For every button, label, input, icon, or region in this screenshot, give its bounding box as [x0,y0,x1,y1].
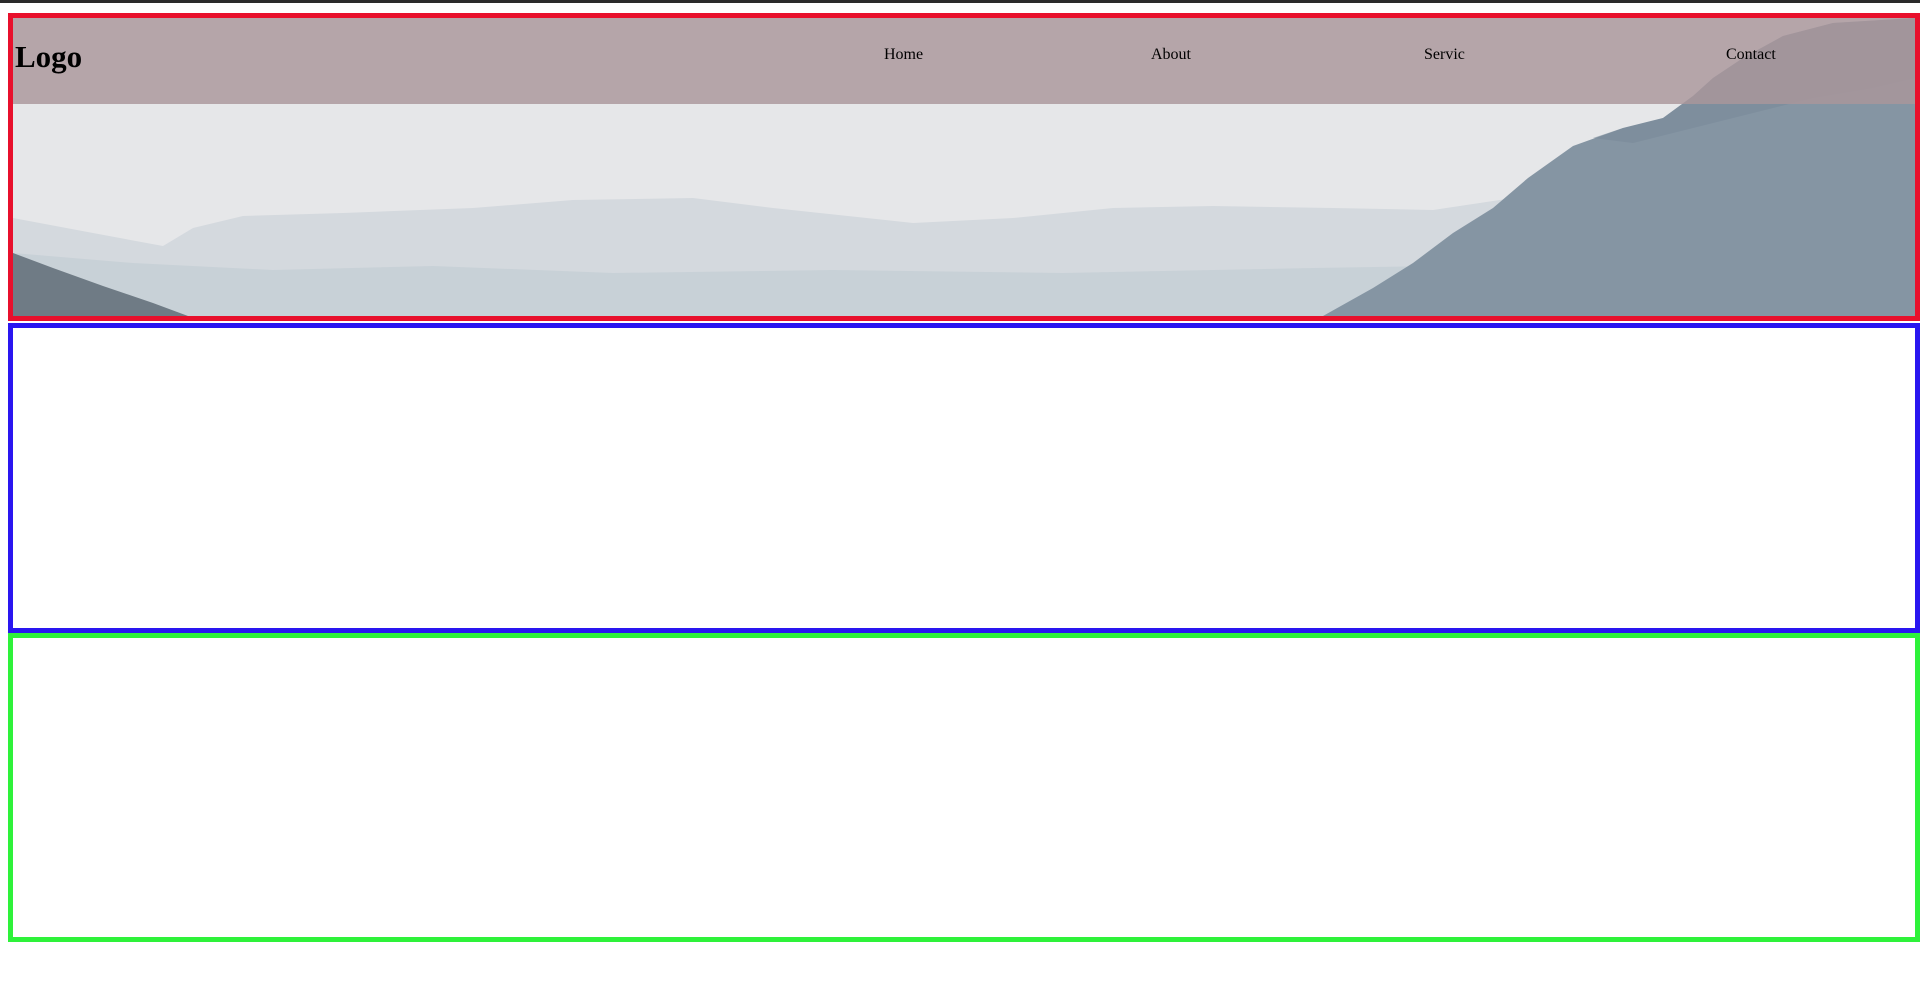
nav-link-home[interactable]: Home [884,45,923,64]
window-top-border [0,0,1920,3]
nav-link-services[interactable]: Servic [1424,45,1465,64]
navbar: Logo Home About Servic Contact [13,18,1915,104]
nav-link-contact[interactable]: Contact [1726,45,1776,64]
nav-link-about[interactable]: About [1151,45,1191,64]
hero-section: Logo Home About Servic Contact [8,13,1920,321]
logo[interactable]: Logo [15,38,82,75]
content-section-2 [8,323,1920,633]
content-section-3 [8,633,1920,942]
